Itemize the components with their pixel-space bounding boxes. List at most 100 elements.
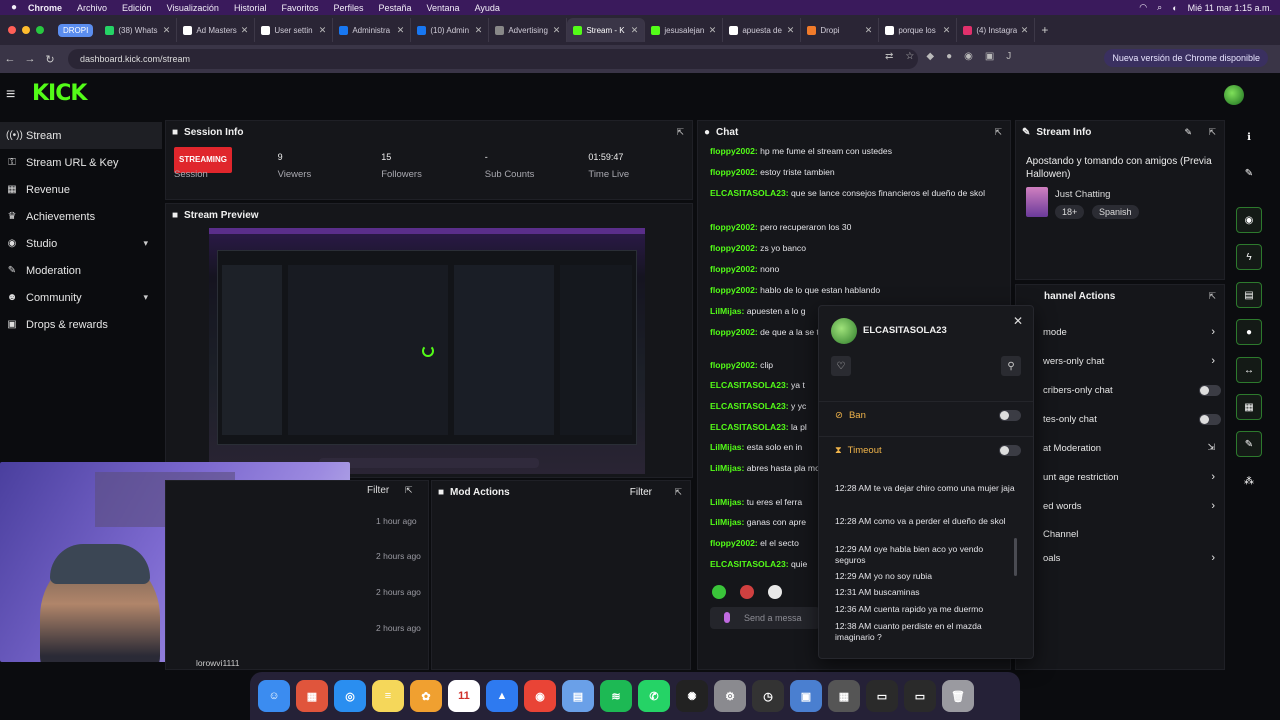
channel-action-item[interactable]: oals › (1043, 552, 1223, 564)
zoom-window-button[interactable] (36, 26, 44, 34)
sidebar-item-studio[interactable]: ◉ Studio ▾ (0, 230, 162, 257)
forward-button[interactable]: → (20, 53, 40, 65)
browser-tab[interactable]: (4) Instagra ✕ (957, 18, 1036, 42)
profile-icon[interactable]: J (1006, 51, 1011, 62)
sidebar-item-community[interactable]: ☻ Community ▾ (0, 284, 162, 311)
sidebar-item-revenue[interactable]: ▦ Revenue (0, 176, 162, 203)
apple-icon[interactable]: ● (0, 2, 28, 13)
pencil-icon[interactable]: ✎ (1236, 160, 1262, 186)
sidebar-item-achievements[interactable]: ♛ Achievements (0, 203, 162, 230)
menubar-datetime[interactable]: Mié 11 mar 1:15 a.m. (1188, 3, 1272, 13)
channel-action-item[interactable]: Channel (1043, 529, 1223, 540)
control-center-icon[interactable]: ◐ (1172, 3, 1177, 13)
extension-icon[interactable]: ◆ (926, 51, 934, 62)
mic-icon[interactable] (724, 612, 730, 623)
menu-chrome[interactable]: Chrome (28, 3, 62, 13)
browser-tab[interactable]: (10) Admin ✕ (411, 18, 490, 42)
chat-username[interactable]: LilMijas: (710, 442, 744, 452)
minimize-window-button[interactable] (22, 26, 30, 34)
browser-tab[interactable]: (38) Whats ✕ (99, 18, 178, 42)
finder-icon[interactable]: ☺ (258, 680, 290, 712)
channel-action-item[interactable]: wers-only chat › (1043, 355, 1223, 367)
close-tab-icon[interactable]: ✕ (1021, 25, 1029, 36)
translate-icon[interactable]: ⇄ (885, 51, 893, 62)
channel-action-item[interactable]: ed words › (1043, 500, 1223, 512)
bolt-icon[interactable]: ϟ (1236, 244, 1262, 270)
popout-icon[interactable]: ⇱ (994, 127, 1002, 138)
chat-username[interactable]: floppy2002: (710, 360, 758, 370)
close-tab-icon[interactable]: ✕ (943, 25, 951, 36)
settings-icon[interactable]: ⚙ (714, 680, 746, 712)
close-tab-icon[interactable]: ✕ (709, 25, 717, 36)
browser-tab[interactable]: Stream - K ✕ (567, 18, 646, 42)
chat-username[interactable]: ELCASITASOLA23: (710, 422, 789, 432)
popout-icon[interactable]: ⇱ (1208, 291, 1216, 302)
bookmark-star-icon[interactable]: ☆ (905, 51, 914, 62)
chat-username[interactable]: LilMijas: (710, 463, 744, 473)
chat-username[interactable]: ELCASITASOLA23: (710, 559, 789, 569)
popout-icon[interactable]: ⇱ (676, 127, 684, 138)
chat-username[interactable]: floppy2002: (710, 327, 758, 337)
calendar-icon[interactable]: 11 (448, 680, 480, 712)
chrome-update-button[interactable]: Nueva versión de Chrome disponible (1104, 49, 1268, 67)
chevron-right-icon[interactable]: › (1211, 471, 1215, 483)
chrome-icon[interactable]: ◉ (524, 680, 556, 712)
timeout-toggle[interactable] (999, 445, 1021, 456)
popout-icon[interactable]: ⇱ (674, 487, 682, 498)
activity-icon[interactable]: ◷ (752, 680, 784, 712)
layout-icon[interactable]: ▦ (1236, 394, 1262, 420)
kick-logo[interactable]: KICK (32, 81, 87, 106)
menu-archivo[interactable]: Archivo (77, 3, 107, 13)
channel-action-item[interactable]: cribers-only chat (1043, 385, 1223, 396)
chevron-down-icon[interactable]: ▾ (143, 292, 148, 303)
close-tab-icon[interactable]: ✕ (241, 25, 249, 36)
files-icon[interactable]: ▤ (562, 680, 594, 712)
emote-icon[interactable] (712, 585, 726, 599)
chat-username[interactable]: ELCASITASOLA23: (710, 401, 789, 411)
window-icon[interactable]: ▭ (866, 680, 898, 712)
photos-icon[interactable]: ✿ (410, 680, 442, 712)
channel-action-item[interactable]: mode › (1043, 326, 1223, 338)
preview-icon[interactable]: ▣ (790, 680, 822, 712)
popout-icon[interactable]: ⇱ (1208, 127, 1216, 138)
close-tab-icon[interactable]: ✕ (163, 25, 171, 36)
menu-ayuda[interactable]: Ayuda (475, 3, 500, 13)
ban-toggle[interactable] (999, 410, 1021, 421)
reload-button[interactable]: ↻ (40, 53, 60, 66)
trash-icon[interactable]: 🗑 (942, 680, 974, 712)
sidebar-item-stream[interactable]: ((•)) Stream (0, 122, 162, 149)
close-tab-icon[interactable]: ✕ (787, 25, 795, 36)
browser-tab[interactable]: Ad Masters ✕ (177, 18, 256, 42)
stream-category[interactable]: Just Chatting (1055, 189, 1110, 200)
sidebar-item-drops-rewards[interactable]: ▣ Drops & rewards (0, 311, 162, 338)
emote-icon[interactable] (768, 585, 782, 599)
chat-username[interactable]: LilMijas: (710, 497, 744, 507)
whatsapp-icon[interactable]: ✆ (638, 680, 670, 712)
menu-ventana[interactable]: Ventana (427, 3, 460, 13)
notes-icon[interactable]: ≡ (372, 680, 404, 712)
wifi-icon[interactable]: ◠ (1139, 2, 1147, 13)
menu-icon[interactable]: ≡ (6, 86, 15, 104)
browser-tab[interactable]: User settin ✕ (255, 18, 334, 42)
chat-username[interactable]: LilMijas: (710, 306, 744, 316)
channel-action-item[interactable]: at Moderation ⇲ (1043, 442, 1223, 454)
clipboard-icon[interactable]: ▤ (1236, 282, 1262, 308)
close-tab-icon[interactable]: ✕ (319, 25, 327, 36)
browser-tab[interactable]: porque los ✕ (879, 18, 958, 42)
close-tab-icon[interactable]: ✕ (475, 25, 483, 36)
camera-icon[interactable]: ◉ (1236, 207, 1262, 233)
chevron-right-icon[interactable]: › (1211, 552, 1215, 564)
emote-icon[interactable] (740, 585, 754, 599)
heart-icon[interactable]: ♡ (831, 356, 851, 376)
chat-username[interactable]: floppy2002: (710, 264, 758, 274)
filter-button[interactable]: Filter (367, 485, 389, 496)
menu-perfiles[interactable]: Perfiles (333, 3, 363, 13)
chat-username[interactable]: ELCASITASOLA23: (710, 380, 789, 390)
search-icon[interactable]: ⌕ (1157, 2, 1162, 13)
chevron-right-icon[interactable]: › (1211, 326, 1215, 338)
menu-visualizacion[interactable]: Visualización (167, 3, 219, 13)
spotify-icon[interactable]: ≋ (600, 680, 632, 712)
broadcast-icon[interactable]: ↔ (1236, 357, 1262, 383)
window-icon-2[interactable]: ▭ (904, 680, 936, 712)
chat-input[interactable]: Send a messa (710, 607, 820, 629)
